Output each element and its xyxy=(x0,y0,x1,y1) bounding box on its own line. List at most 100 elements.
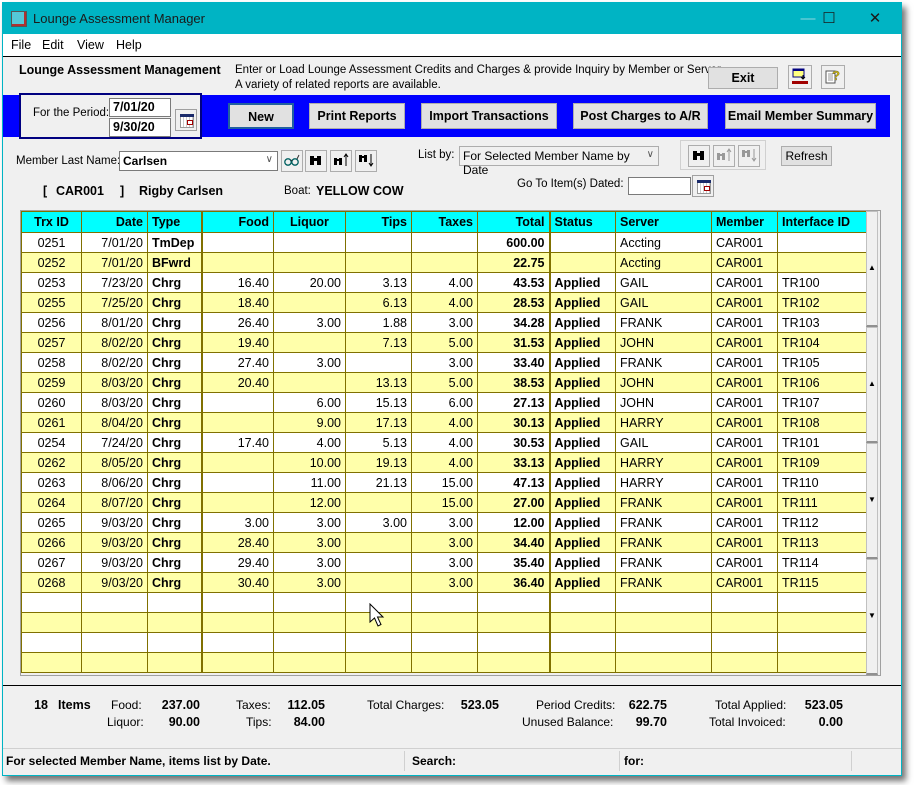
cell-total[interactable]: 43.53 xyxy=(477,272,550,293)
cell-type[interactable]: Chrg xyxy=(147,332,202,353)
cell-interface-id[interactable]: TR109 xyxy=(777,452,868,473)
cell-date[interactable]: 8/03/20 xyxy=(81,372,148,393)
cell-food[interactable] xyxy=(200,452,274,473)
email-summary-button[interactable]: Email Member Summary xyxy=(725,103,876,129)
empty-cell[interactable] xyxy=(711,592,778,613)
cell-tips[interactable] xyxy=(345,532,412,553)
find-next-member-button[interactable] xyxy=(355,150,377,172)
cell-member[interactable]: CAR001 xyxy=(711,572,778,593)
cell-taxes[interactable] xyxy=(411,252,478,273)
cell-tips[interactable]: 21.13 xyxy=(345,472,412,493)
empty-cell[interactable] xyxy=(615,632,712,653)
cell-date[interactable]: 8/02/20 xyxy=(81,352,148,373)
cell-member[interactable]: CAR001 xyxy=(711,452,778,473)
cell-status[interactable]: Applied xyxy=(548,392,616,413)
cell-server[interactable]: FRANK xyxy=(615,552,712,573)
scroll-page-down-button[interactable]: ▼ xyxy=(866,443,878,559)
cell-total[interactable]: 38.53 xyxy=(477,372,550,393)
cell-food[interactable] xyxy=(200,472,274,493)
cell-taxes[interactable]: 4.00 xyxy=(411,412,478,433)
column-header-status[interactable]: Status xyxy=(548,211,616,233)
empty-cell[interactable] xyxy=(273,652,346,673)
cell-liquor[interactable] xyxy=(273,292,346,313)
table-row[interactable]: 0267 9/03/20 Chrg 29.40 3.00 3.00 35.40 Applied… xyxy=(21,552,868,573)
cell-tips[interactable]: 19.13 xyxy=(345,452,412,473)
cell-server[interactable]: HARRY xyxy=(615,452,712,473)
import-transactions-button[interactable]: Import Transactions xyxy=(421,103,557,129)
cell-status[interactable]: Applied xyxy=(548,292,616,313)
scroll-down-button[interactable]: ▼ xyxy=(866,559,878,675)
cell-total[interactable]: 12.00 xyxy=(477,512,550,533)
cell-status[interactable]: Applied xyxy=(548,412,616,433)
cell-tips[interactable]: 15.13 xyxy=(345,392,412,413)
list-find-previous-button[interactable] xyxy=(713,145,735,167)
column-header-member[interactable]: Member xyxy=(711,211,778,233)
cell-liquor[interactable]: 6.00 xyxy=(273,392,346,413)
empty-cell[interactable] xyxy=(411,592,478,613)
cell-status[interactable]: Applied xyxy=(548,452,616,473)
cell-server[interactable]: JOHN xyxy=(615,392,712,413)
empty-cell[interactable] xyxy=(21,592,82,613)
empty-cell[interactable] xyxy=(81,632,148,653)
empty-cell[interactable] xyxy=(777,612,868,633)
cell-server[interactable]: FRANK xyxy=(615,512,712,533)
cell-tips[interactable] xyxy=(345,492,412,513)
cell-food[interactable] xyxy=(200,392,274,413)
cell-tips[interactable] xyxy=(345,572,412,593)
cell-member[interactable]: CAR001 xyxy=(711,432,778,453)
empty-cell[interactable] xyxy=(615,652,712,673)
cell-total[interactable]: 34.28 xyxy=(477,312,550,333)
empty-cell[interactable] xyxy=(711,652,778,673)
empty-table-row[interactable] xyxy=(21,652,868,673)
cell-trx-id[interactable]: 0255 xyxy=(21,292,82,313)
cell-server[interactable]: FRANK xyxy=(615,572,712,593)
cell-interface-id[interactable]: TR107 xyxy=(777,392,868,413)
cell-server[interactable]: JOHN xyxy=(615,332,712,353)
grid-scrollbar[interactable]: ▲ ▲ ▼ ▼ xyxy=(866,211,880,675)
cell-tips[interactable] xyxy=(345,252,412,273)
cell-status[interactable]: Applied xyxy=(548,532,616,553)
empty-cell[interactable] xyxy=(200,612,274,633)
empty-cell[interactable] xyxy=(345,652,412,673)
cell-liquor[interactable] xyxy=(273,252,346,273)
cell-status[interactable]: Applied xyxy=(548,432,616,453)
cell-member[interactable]: CAR001 xyxy=(711,472,778,493)
cell-date[interactable]: 7/01/20 xyxy=(81,232,148,253)
cell-total[interactable]: 600.00 xyxy=(477,232,550,253)
cell-member[interactable]: CAR001 xyxy=(711,312,778,333)
cell-server[interactable]: Accting xyxy=(615,252,712,273)
cell-type[interactable]: Chrg xyxy=(147,412,202,433)
empty-cell[interactable] xyxy=(21,652,82,673)
cell-trx-id[interactable]: 0266 xyxy=(21,532,82,553)
empty-cell[interactable] xyxy=(147,592,202,613)
list-find-next-button[interactable] xyxy=(738,145,760,167)
cell-interface-id[interactable]: TR100 xyxy=(777,272,868,293)
empty-cell[interactable] xyxy=(411,652,478,673)
cell-interface-id[interactable]: TR105 xyxy=(777,352,868,373)
cell-type[interactable]: Chrg xyxy=(147,312,202,333)
table-row[interactable]: 0257 8/02/20 Chrg 19.40 7.13 5.00 31.53 Applied… xyxy=(21,332,868,353)
empty-cell[interactable] xyxy=(777,592,868,613)
cell-type[interactable]: Chrg xyxy=(147,452,202,473)
cell-member[interactable]: CAR001 xyxy=(711,532,778,553)
cell-date[interactable]: 8/04/20 xyxy=(81,412,148,433)
cell-total[interactable]: 30.53 xyxy=(477,432,550,453)
cell-status[interactable] xyxy=(548,252,616,273)
cell-taxes[interactable]: 3.00 xyxy=(411,532,478,553)
empty-cell[interactable] xyxy=(273,592,346,613)
cell-liquor[interactable]: 3.00 xyxy=(273,312,346,333)
cell-interface-id[interactable]: TR115 xyxy=(777,572,868,593)
cell-food[interactable]: 30.40 xyxy=(200,572,274,593)
cell-liquor[interactable]: 3.00 xyxy=(273,512,346,533)
menu-edit[interactable]: Edit xyxy=(42,38,64,52)
cell-food[interactable]: 16.40 xyxy=(200,272,274,293)
cell-trx-id[interactable]: 0253 xyxy=(21,272,82,293)
cell-type[interactable]: Chrg xyxy=(147,492,202,513)
cell-trx-id[interactable]: 0257 xyxy=(21,332,82,353)
list-by-select[interactable]: For Selected Member Name by Date ∨ xyxy=(459,146,659,177)
column-header-liquor[interactable]: Liquor xyxy=(273,211,346,233)
empty-cell[interactable] xyxy=(477,652,550,673)
table-row[interactable]: 0264 8/07/20 Chrg 12.00 15.00 27.00 Applied FRA… xyxy=(21,492,868,513)
menu-view[interactable]: View xyxy=(77,38,104,52)
goto-date-input[interactable] xyxy=(628,177,691,195)
